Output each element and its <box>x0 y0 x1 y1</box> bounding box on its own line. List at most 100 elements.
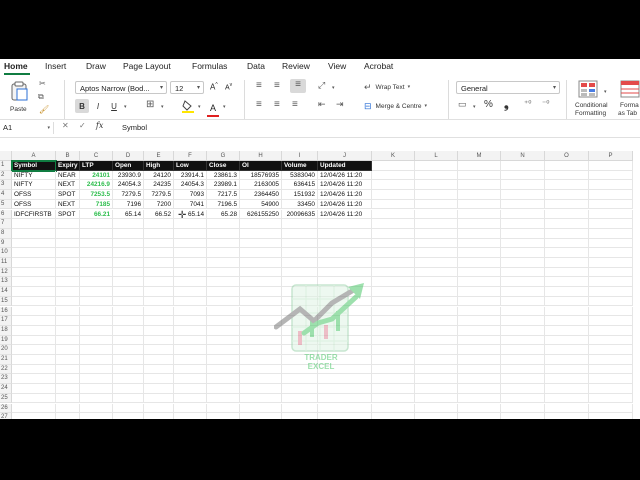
cell[interactable] <box>415 335 458 346</box>
tab-draw[interactable]: Draw <box>86 61 106 71</box>
cell[interactable] <box>174 248 207 258</box>
cell[interactable] <box>545 219 589 229</box>
chevron-down-icon[interactable]: ▾ <box>198 104 201 110</box>
cancel-icon[interactable]: ✕ <box>62 121 69 130</box>
table-cell[interactable]: 7279.5 <box>144 190 174 200</box>
cell[interactable] <box>372 219 415 229</box>
row-header[interactable]: 9 <box>0 238 12 249</box>
row-header[interactable]: 1 <box>0 161 12 171</box>
table-header-cell[interactable]: Close <box>207 161 240 171</box>
table-cell[interactable]: 2364450 <box>240 190 282 200</box>
cell[interactable] <box>56 374 80 385</box>
cell[interactable] <box>174 228 207 239</box>
table-cell[interactable]: OFSS <box>12 190 56 200</box>
cell[interactable] <box>545 209 589 220</box>
increase-font-icon[interactable]: A^ <box>210 82 218 92</box>
cell[interactable] <box>415 209 458 220</box>
column-header-c[interactable]: C <box>80 151 113 161</box>
table-header-cell[interactable]: Volume <box>282 161 318 171</box>
cell[interactable] <box>372 287 415 297</box>
cell[interactable] <box>12 335 56 346</box>
row-header[interactable]: 5 <box>0 199 12 210</box>
cell[interactable] <box>458 287 501 297</box>
column-header-p[interactable]: P <box>589 151 633 161</box>
table-header-cell[interactable]: Updated <box>318 161 372 171</box>
cell[interactable] <box>113 306 144 317</box>
chevron-down-icon[interactable]: ▾ <box>223 104 226 110</box>
cell[interactable] <box>589 403 633 414</box>
column-header-j[interactable]: J <box>318 151 372 161</box>
cell[interactable] <box>113 258 144 268</box>
cell[interactable] <box>415 355 458 365</box>
table-cell[interactable]: NEXT <box>56 180 80 191</box>
cell[interactable] <box>282 413 318 419</box>
table-cell[interactable]: 12/04/26 11:20 <box>318 199 372 210</box>
cell[interactable] <box>589 219 633 229</box>
cell[interactable] <box>458 345 501 355</box>
cell[interactable] <box>207 306 240 317</box>
underline-button[interactable]: U <box>108 99 120 113</box>
column-header-f[interactable]: F <box>174 151 207 161</box>
table-cell[interactable]: 626155250 <box>240 209 282 220</box>
cell[interactable] <box>56 325 80 336</box>
column-header-l[interactable]: L <box>415 151 458 161</box>
cell[interactable] <box>80 355 113 365</box>
cell[interactable] <box>372 335 415 346</box>
column-header-i[interactable]: I <box>282 151 318 161</box>
cell[interactable] <box>458 180 501 191</box>
cell[interactable] <box>589 209 633 220</box>
cell[interactable] <box>80 296 113 307</box>
table-cell[interactable]: 24120 <box>144 170 174 181</box>
table-cell[interactable]: 24101 <box>80 170 113 181</box>
table-cell[interactable]: 66.52 <box>144 209 174 220</box>
cell[interactable] <box>144 277 174 288</box>
cell[interactable] <box>282 258 318 268</box>
cell[interactable] <box>415 180 458 191</box>
font-color-button[interactable]: A <box>207 98 219 117</box>
cell[interactable] <box>415 248 458 258</box>
cell[interactable] <box>545 170 589 181</box>
cell[interactable] <box>545 258 589 268</box>
cell[interactable] <box>174 325 207 336</box>
row-header[interactable]: 24 <box>0 384 12 394</box>
cell[interactable] <box>318 219 372 229</box>
table-cell[interactable]: 7041 <box>174 199 207 210</box>
cell[interactable] <box>372 296 415 307</box>
cell[interactable] <box>589 335 633 346</box>
cell[interactable] <box>80 335 113 346</box>
cell[interactable] <box>240 403 282 414</box>
cell[interactable] <box>12 345 56 355</box>
cell[interactable] <box>207 219 240 229</box>
cell[interactable] <box>501 238 545 249</box>
row-header[interactable]: 10 <box>0 248 12 258</box>
cell[interactable] <box>545 403 589 414</box>
tab-view[interactable]: View <box>328 61 346 71</box>
cell[interactable] <box>545 190 589 200</box>
cell[interactable] <box>80 413 113 419</box>
cell[interactable] <box>80 374 113 385</box>
cell[interactable] <box>501 219 545 229</box>
cell[interactable] <box>501 306 545 317</box>
cell[interactable] <box>12 228 56 239</box>
cell[interactable] <box>80 238 113 249</box>
cell[interactable] <box>415 364 458 375</box>
cell[interactable] <box>372 209 415 220</box>
cell[interactable] <box>372 345 415 355</box>
cell[interactable] <box>318 413 372 419</box>
cell[interactable] <box>80 228 113 239</box>
table-header-cell[interactable]: OI <box>240 161 282 171</box>
table-cell[interactable]: 12/04/26 11:20 <box>318 180 372 191</box>
cell[interactable] <box>174 345 207 355</box>
cell[interactable] <box>318 393 372 404</box>
cell[interactable] <box>80 345 113 355</box>
cell[interactable] <box>240 238 282 249</box>
cell[interactable] <box>501 170 545 181</box>
row-header[interactable]: 7 <box>0 219 12 229</box>
table-cell[interactable]: 24054.3 <box>174 180 207 191</box>
cell[interactable] <box>589 325 633 336</box>
cell[interactable] <box>80 219 113 229</box>
cell[interactable] <box>174 316 207 326</box>
cell[interactable] <box>458 364 501 375</box>
cell[interactable] <box>207 296 240 307</box>
cell[interactable] <box>501 403 545 414</box>
